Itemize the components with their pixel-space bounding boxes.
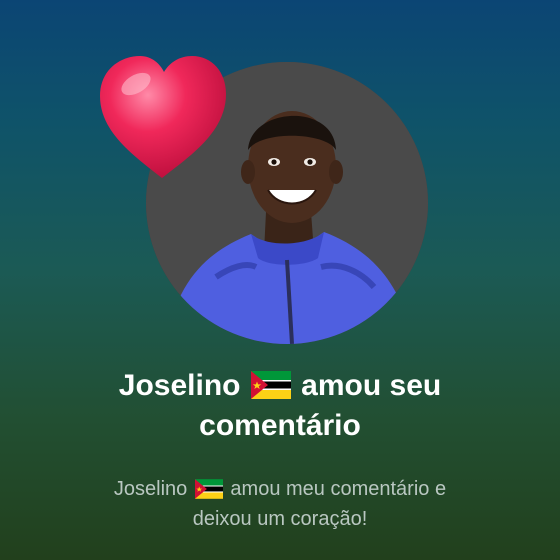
headline-object: comentário xyxy=(199,409,361,442)
headline-user-name: Joselino xyxy=(118,369,241,402)
subtext-action: amou meu comentário e xyxy=(230,478,447,500)
subtext-tail: deixou um coração! xyxy=(192,508,368,530)
notification-headline: Joselino amou seu comentário xyxy=(40,366,520,446)
mozambique-flag-icon xyxy=(250,371,291,399)
heart-icon xyxy=(100,56,226,178)
headline-action: amou seu xyxy=(301,369,442,402)
notification-subtext: Joselino amou meu comentário e deixou um… xyxy=(60,474,500,534)
reaction-notification-card: Joselino amou seu comentário Joselino am… xyxy=(0,0,560,560)
subtext-user-name: Joselino xyxy=(113,478,188,500)
mozambique-flag-icon xyxy=(194,479,223,499)
